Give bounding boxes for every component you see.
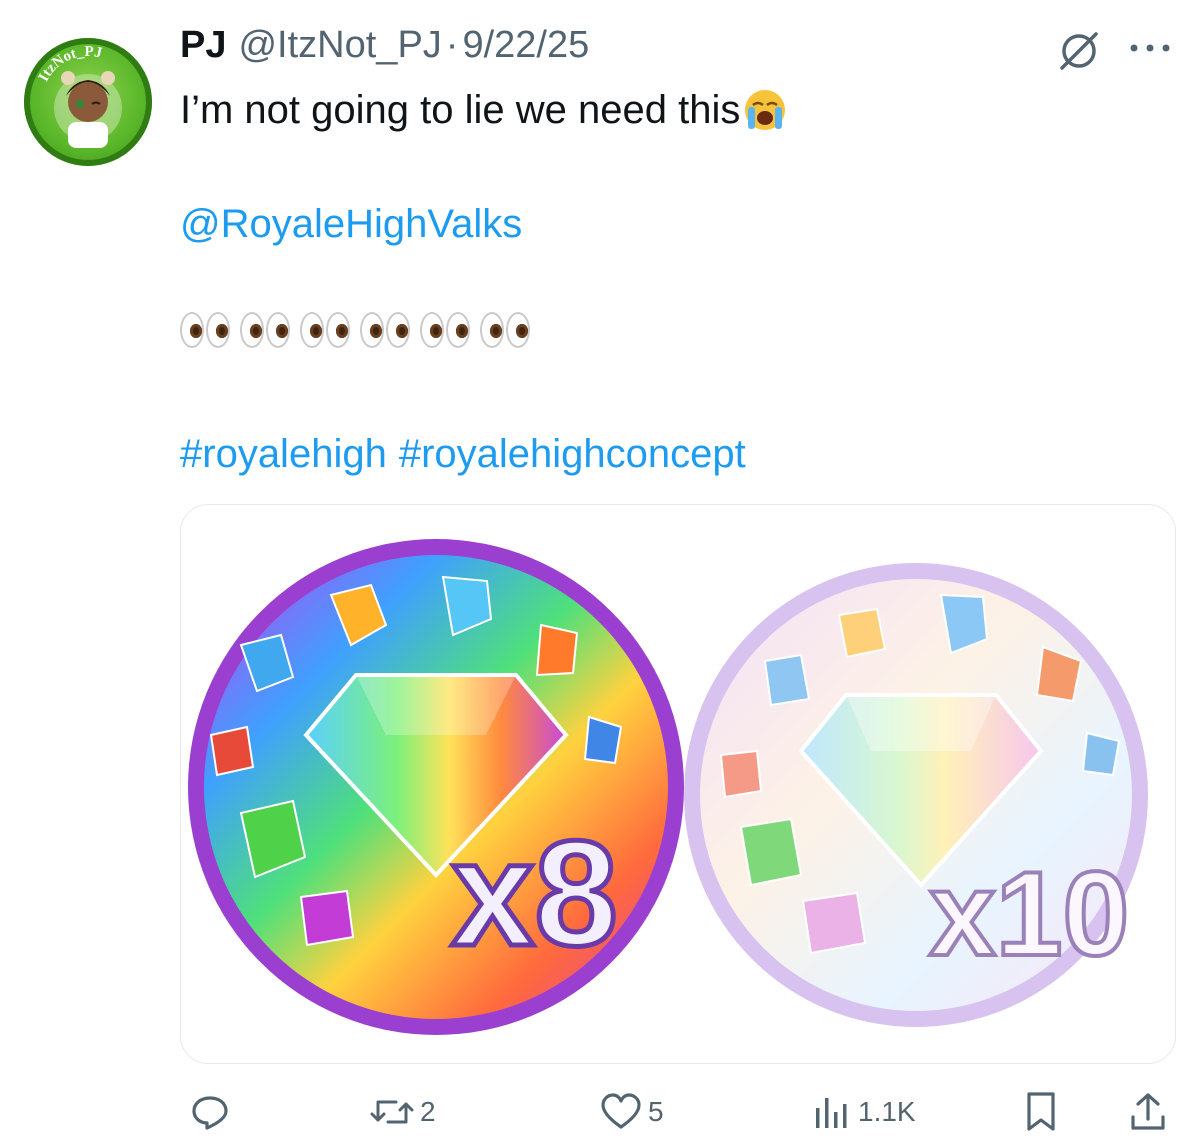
left-gem-coin: x8 — [188, 539, 684, 1035]
tweet-text-line: I’m not going to lie we need this — [180, 86, 788, 134]
tweet-actions-bar: 2 5 1.1K — [180, 1082, 1174, 1142]
share-icon — [1131, 1093, 1165, 1130]
author-handle[interactable]: @ItzNot_PJ — [238, 24, 441, 67]
loudly-crying-face-icon — [742, 87, 788, 133]
media-illustration: x8 x10 — [188, 539, 1148, 1035]
reply-button[interactable] — [190, 1082, 236, 1142]
views-count: 1.1K — [858, 1096, 916, 1127]
mention-link[interactable]: @RoyaleHighValks — [180, 200, 522, 248]
eyes-icon — [180, 312, 230, 348]
bookmark-button[interactable] — [1024, 1082, 1058, 1142]
heart-icon — [601, 1093, 641, 1129]
author-name[interactable]: PJ — [180, 24, 226, 67]
tweet-date[interactable]: 9/22/25 — [462, 24, 589, 67]
retweet-icon — [370, 1100, 414, 1124]
reply-icon — [192, 1096, 228, 1130]
tweet-header: PJ @ItzNot_PJ · 9/22/25 — [180, 24, 589, 70]
eyes-icon — [360, 312, 410, 348]
share-button[interactable] — [1128, 1082, 1168, 1142]
retweet-count: 2 — [420, 1096, 436, 1127]
hashtag-link[interactable]: #royalehigh — [180, 430, 387, 478]
avatar-illustration: ItzNot_PJ — [36, 44, 122, 148]
eyes-icon — [300, 312, 350, 348]
like-count: 5 — [648, 1096, 664, 1127]
right-badge-label: x10 — [929, 847, 1129, 981]
views-button[interactable]: 1.1K — [812, 1082, 916, 1142]
hashtag-link[interactable]: #royalehighconcept — [399, 430, 746, 478]
eyes-icon — [480, 312, 530, 348]
bookmark-icon — [1027, 1092, 1055, 1131]
eyes-icon — [420, 312, 470, 348]
grok-icon[interactable] — [1056, 28, 1102, 74]
hashtags: #royalehigh #royalehighconcept — [180, 430, 746, 478]
right-gem-coin: x10 — [684, 563, 1148, 1027]
separator-dot: · — [445, 24, 459, 66]
eyes-emoji-row — [180, 312, 530, 348]
tweet-text: I’m not going to lie we need this — [180, 88, 741, 132]
like-button[interactable]: 5 — [600, 1082, 664, 1142]
more-options-icon[interactable] — [1128, 38, 1172, 58]
retweet-button[interactable]: 2 — [370, 1082, 436, 1142]
eyes-icon — [240, 312, 290, 348]
author-avatar[interactable]: ItzNot_PJ — [24, 38, 152, 166]
left-badge-label: x8 — [451, 809, 618, 977]
tweet-media-image[interactable]: x8 x10 — [180, 504, 1176, 1064]
views-bar-chart-icon — [816, 1098, 847, 1128]
